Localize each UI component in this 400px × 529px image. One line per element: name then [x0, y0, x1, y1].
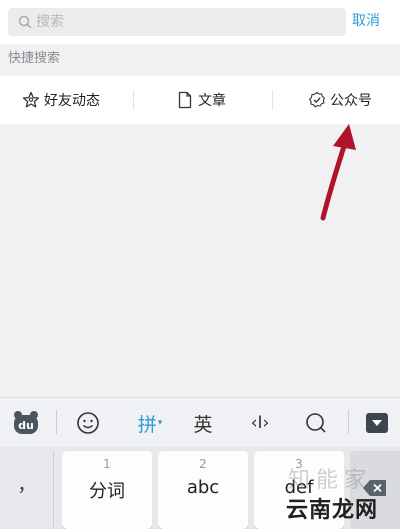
- search-placeholder: 搜索: [36, 14, 64, 30]
- bear-logo-icon: du: [14, 411, 38, 434]
- quick-item-articles[interactable]: 文章: [176, 76, 226, 124]
- search-results-area: [0, 124, 400, 397]
- key-number: 2: [199, 457, 207, 471]
- cursor-control-button[interactable]: ‹I›: [240, 398, 280, 448]
- pinyin-label: 拼: [137, 413, 157, 436]
- hide-keyboard-button[interactable]: [360, 398, 394, 448]
- quick-item-label: 公众号: [330, 93, 372, 109]
- search-input[interactable]: 搜索: [8, 8, 346, 36]
- keyboard-search-button[interactable]: [296, 398, 336, 448]
- quick-item-label: 好友动态: [44, 93, 100, 109]
- key-number: 3: [295, 457, 303, 471]
- comma-key[interactable]: ，: [0, 451, 54, 529]
- pinyin-mode-button[interactable]: 拼 ▾: [128, 398, 172, 448]
- cancel-button[interactable]: 取消: [352, 12, 380, 30]
- key-number: 1: [103, 457, 111, 471]
- key-label: abc: [186, 477, 220, 498]
- search-icon: [18, 15, 32, 29]
- english-label: 英: [193, 413, 213, 436]
- quick-item-moments[interactable]: 好友动态: [22, 76, 100, 124]
- key-label: 分词: [89, 481, 125, 502]
- smiley-icon: [77, 412, 99, 434]
- toolbar-divider: [56, 410, 57, 434]
- english-mode-button[interactable]: 英: [186, 398, 220, 448]
- star-person-icon: [22, 91, 40, 108]
- quick-item-official-accounts[interactable]: 公众号: [308, 76, 372, 124]
- keyboard-toolbar: du 拼 ▾ 英 ‹I›: [0, 397, 400, 447]
- delete-key[interactable]: [350, 451, 400, 529]
- quick-search-row: 好友动态 文章 公众号: [0, 76, 400, 124]
- key-1[interactable]: 1 分词: [62, 451, 152, 529]
- backspace-icon: [363, 480, 386, 496]
- comma-symbol: ，: [17, 475, 36, 496]
- search-bubble-icon: [306, 413, 326, 433]
- keyboard-keys: ， 1 分词 2 abc 3 def: [0, 447, 400, 529]
- key-2[interactable]: 2 abc: [158, 451, 248, 529]
- quick-search-label: 快捷搜索: [8, 51, 61, 66]
- cursor-label: ‹I›: [250, 413, 270, 433]
- toolbar-divider: [348, 410, 349, 434]
- key-3[interactable]: 3 def: [254, 451, 344, 529]
- quick-item-label: 文章: [198, 93, 226, 109]
- key-label: def: [284, 477, 314, 498]
- baidu-input-logo[interactable]: du: [10, 398, 42, 448]
- verified-badge-icon: [309, 91, 325, 108]
- document-icon: [178, 91, 192, 109]
- collapse-keyboard-icon: [366, 413, 388, 433]
- emoji-button[interactable]: [70, 398, 106, 448]
- logo-text: du: [18, 419, 34, 432]
- search-bar: 搜索 取消: [0, 0, 400, 44]
- divider: [272, 90, 273, 110]
- divider: [133, 90, 134, 110]
- caret-down-icon: ▾: [157, 418, 163, 428]
